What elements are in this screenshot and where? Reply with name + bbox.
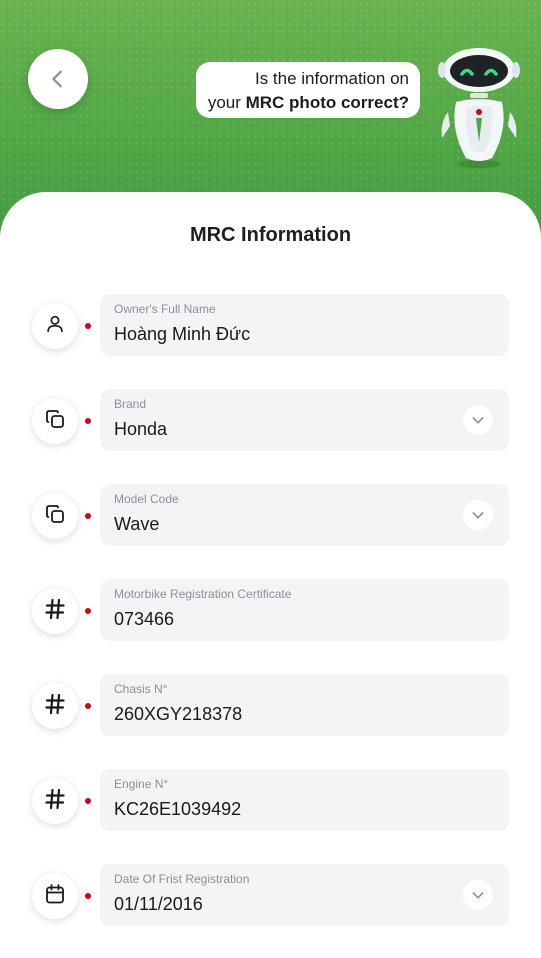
required-indicator [85,323,91,329]
bubble-line2: your MRC photo correct? [207,93,409,112]
required-indicator [85,418,91,424]
hash-icon-badge [32,778,78,824]
field-value[interactable]: 01/11/2016 [114,894,203,915]
field-value[interactable]: 073466 [114,609,174,630]
hash-icon [43,597,67,626]
field-label: Engine N° [114,777,169,791]
form-row: Brand Honda [0,389,541,453]
hash-icon-badge [32,588,78,634]
hash-icon [43,787,67,816]
field-value[interactable]: Wave [114,514,159,535]
required-indicator [85,703,91,709]
select-field[interactable]: Brand Honda [100,389,509,451]
chevron-down-icon [472,417,484,424]
user-icon [44,313,66,340]
text-field[interactable]: Chasis N° 260XGY218378 [100,674,509,736]
required-indicator [85,893,91,899]
required-indicator [85,513,91,519]
field-value[interactable]: Hoàng Minh Đức [114,324,250,345]
hash-icon [43,692,67,721]
chevron-down-icon [472,892,484,899]
copy-icon-badge [32,493,78,539]
dropdown-toggle[interactable] [463,880,493,910]
copy-icon [43,407,67,436]
field-label: Model Code [114,492,179,506]
form-row: Owner's Full Name Hoàng Minh Đức [0,294,541,358]
field-label: Motorbike Registration Certificate [114,587,292,601]
select-field[interactable]: Date Of Frist Registration 01/11/2016 [100,864,509,926]
bubble-line1: Is the information on [254,69,409,88]
chevron-down-icon [472,512,484,519]
hash-icon-badge [32,683,78,729]
field-value[interactable]: Honda [114,419,167,440]
form-row: Chasis N° 260XGY218378 [0,674,541,738]
select-field[interactable]: Model Code Wave [100,484,509,546]
dropdown-toggle[interactable] [463,500,493,530]
form-row: Motorbike Registration Certificate 073466 [0,579,541,643]
form-row: Engine N° KC26E1039492 [0,769,541,833]
field-label: Owner's Full Name [114,302,216,316]
text-field[interactable]: Owner's Full Name Hoàng Minh Đức [100,294,509,356]
copy-icon [43,502,67,531]
page-title: MRC Information [189,224,352,246]
text-field[interactable]: Engine N° KC26E1039492 [100,769,509,831]
field-value[interactable]: KC26E1039492 [114,799,241,820]
field-label: Date Of Frist Registration [114,872,250,886]
dropdown-toggle[interactable] [463,405,493,435]
robot-mascot-icon [438,48,520,168]
text-field[interactable]: Motorbike Registration Certificate 073466 [100,579,509,641]
required-indicator [85,608,91,614]
calendar-icon [43,882,67,911]
form-row: Model Code Wave [0,484,541,548]
copy-icon-badge [32,398,78,444]
chevron-left-icon [52,70,62,88]
field-label: Chasis N° [114,682,168,696]
back-button[interactable] [28,49,88,109]
field-label: Brand [114,397,147,411]
required-indicator [85,798,91,804]
field-value[interactable]: 260XGY218378 [114,704,242,725]
user-icon-badge [32,303,78,349]
calendar-icon-badge [32,873,78,919]
form-row: Date Of Frist Registration 01/11/2016 [0,864,541,928]
assistant-speech-bubble: Is the information on your MRC photo cor… [196,62,420,118]
